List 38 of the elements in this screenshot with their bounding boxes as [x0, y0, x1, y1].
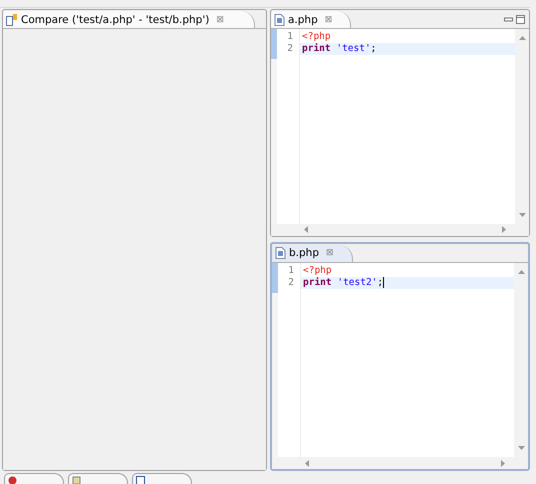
- scroll-down-icon[interactable]: [518, 446, 524, 451]
- scroll-up-icon[interactable]: [518, 35, 526, 40]
- scroll-down-icon[interactable]: [518, 212, 526, 218]
- php-file-icon: [274, 14, 285, 26]
- task-icon: [72, 476, 81, 484]
- scroll-left-icon[interactable]: [303, 226, 308, 233]
- compare-icon: [6, 14, 18, 26]
- tab-title: a.php: [288, 14, 318, 26]
- line-number: 1: [286, 31, 294, 43]
- view-tab[interactable]: [132, 473, 192, 484]
- vertical-scrollbar[interactable]: [514, 262, 528, 457]
- code-line: <?php: [303, 264, 332, 276]
- close-icon[interactable]: ⊠: [324, 14, 332, 24]
- minimize-icon[interactable]: [504, 15, 513, 24]
- scroll-up-icon[interactable]: [518, 268, 524, 274]
- console-icon: [136, 476, 145, 484]
- vertical-scrollbar[interactable]: [515, 29, 529, 224]
- code-line: <?php: [302, 31, 331, 43]
- line-number: 2: [287, 276, 295, 288]
- horizontal-scrollbar[interactable]: [272, 457, 528, 469]
- scroll-right-icon[interactable]: [501, 460, 506, 466]
- view-tab[interactable]: [68, 473, 128, 484]
- editor-tab[interactable]: a.php ⊠: [271, 11, 352, 28]
- text-caret: [383, 277, 384, 288]
- tab-title: Compare ('test/a.php' - 'test/b.php'): [21, 14, 210, 26]
- php-file-icon: [275, 247, 286, 259]
- scroll-left-icon[interactable]: [304, 460, 309, 466]
- tab-title: b.php: [289, 247, 319, 259]
- line-number: 2: [286, 43, 294, 55]
- maximize-icon[interactable]: [516, 15, 525, 24]
- scroll-right-icon[interactable]: [502, 226, 507, 233]
- line-number: 1: [287, 264, 295, 276]
- horizontal-scrollbar[interactable]: [271, 224, 529, 236]
- editor-tab[interactable]: b.php ⊠: [272, 244, 353, 262]
- code-line: print 'test2';: [303, 276, 384, 288]
- view-tab[interactable]: [4, 473, 64, 484]
- code-line: print 'test';: [302, 43, 376, 55]
- compare-tab[interactable]: Compare ('test/a.php' - 'test/b.php') ⊠: [3, 11, 255, 28]
